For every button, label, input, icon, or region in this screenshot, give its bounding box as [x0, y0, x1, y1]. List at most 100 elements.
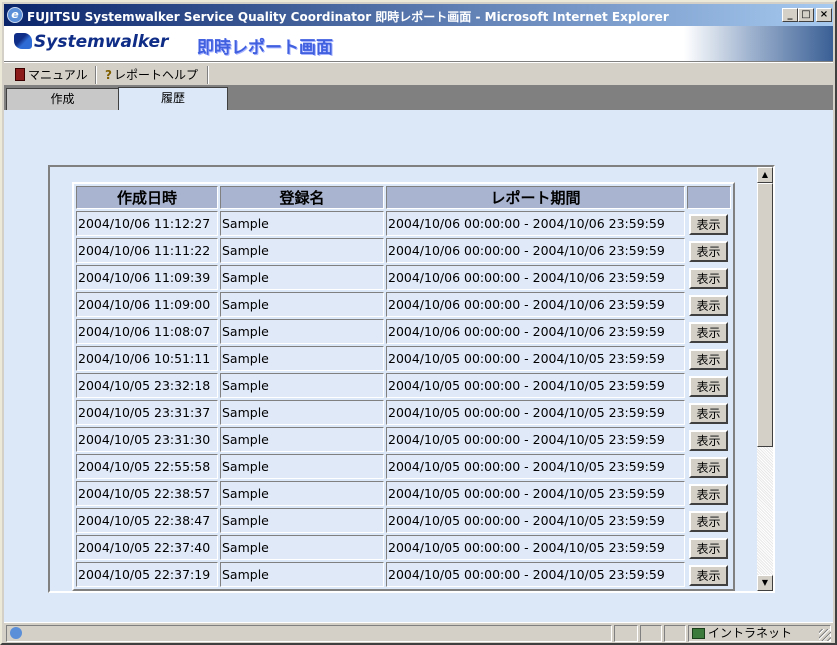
- table-row: 2004/10/06 11:12:27 Sample 2004/10/06 00:0…: [76, 211, 731, 236]
- page-status-icon: [10, 627, 22, 639]
- table-row: 2004/10/05 23:31:30 Sample 2004/10/05 00:0…: [76, 427, 731, 452]
- history-panel: 作成日時 登録名 レポート期間 2004/10/06 11:12:27 Sampl…: [48, 165, 775, 593]
- cell-name: Sample: [220, 562, 384, 587]
- show-report-button[interactable]: 表示: [689, 294, 728, 316]
- status-pane: [664, 625, 686, 642]
- cell-period: 2004/10/06 00:00:00 - 2004/10/06 23:59:5…: [386, 292, 685, 317]
- status-main-pane: [6, 625, 612, 642]
- show-report-button[interactable]: 表示: [689, 348, 728, 370]
- content-area: 作成日時 登録名 レポート期間 2004/10/06 11:12:27 Sampl…: [4, 110, 833, 622]
- table-row: 2004/10/06 11:09:00 Sample 2004/10/06 00:0…: [76, 292, 731, 317]
- cell-created: 2004/10/06 11:12:27: [76, 211, 218, 236]
- cell-name: Sample: [220, 454, 384, 479]
- cell-period: 2004/10/05 00:00:00 - 2004/10/05 23:59:5…: [386, 427, 685, 452]
- show-report-button[interactable]: 表示: [689, 213, 728, 235]
- tab-create[interactable]: 作成: [6, 88, 119, 110]
- cell-name: Sample: [220, 238, 384, 263]
- cell-period: 2004/10/06 00:00:00 - 2004/10/06 23:59:5…: [386, 319, 685, 344]
- table-header-row: 作成日時 登録名 レポート期間: [76, 186, 731, 209]
- vertical-scrollbar[interactable]: ▲ ▼: [757, 167, 773, 591]
- scroll-thumb[interactable]: [757, 183, 773, 447]
- scroll-down-button[interactable]: ▼: [757, 575, 773, 591]
- cell-created: 2004/10/06 11:09:39: [76, 265, 218, 290]
- column-header-created: 作成日時: [76, 186, 218, 209]
- app-banner: Systemwalker 即時レポート画面: [4, 26, 833, 62]
- show-report-button[interactable]: 表示: [689, 483, 728, 505]
- cell-name: Sample: [220, 211, 384, 236]
- show-report-button[interactable]: 表示: [689, 510, 728, 532]
- cell-created: 2004/10/06 11:09:00: [76, 292, 218, 317]
- show-report-button[interactable]: 表示: [689, 375, 728, 397]
- table-row: 2004/10/05 22:37:19 Sample 2004/10/05 00:0…: [76, 562, 731, 587]
- cell-name: Sample: [220, 508, 384, 533]
- cell-created: 2004/10/05 23:32:18: [76, 373, 218, 398]
- show-report-button[interactable]: 表示: [689, 456, 728, 478]
- cell-period: 2004/10/05 00:00:00 - 2004/10/05 23:59:5…: [386, 481, 685, 506]
- zone-label: イントラネット: [708, 626, 793, 640]
- close-button[interactable]: ×: [816, 8, 832, 22]
- status-pane: [614, 625, 638, 642]
- report-help-label: レポートヘルプ: [113, 68, 198, 82]
- table-row: 2004/10/05 22:38:57 Sample 2004/10/05 00:0…: [76, 481, 731, 506]
- cell-action: 表示: [687, 454, 731, 479]
- minimize-button[interactable]: _: [782, 8, 798, 22]
- maximize-button[interactable]: □: [798, 8, 814, 22]
- systemwalker-logo: Systemwalker: [14, 32, 168, 54]
- show-report-button[interactable]: 表示: [689, 537, 728, 559]
- cell-action: 表示: [687, 211, 731, 236]
- cell-action: 表示: [687, 508, 731, 533]
- table-row: 2004/10/06 11:08:07 Sample 2004/10/06 00:0…: [76, 319, 731, 344]
- cell-created: 2004/10/06 10:51:11: [76, 346, 218, 371]
- cell-period: 2004/10/05 00:00:00 - 2004/10/05 23:59:5…: [386, 400, 685, 425]
- cell-period: 2004/10/05 00:00:00 - 2004/10/05 23:59:5…: [386, 562, 685, 587]
- book-icon: [15, 68, 25, 81]
- cell-action: 表示: [687, 292, 731, 317]
- help-icon: ?: [105, 68, 112, 82]
- cell-action: 表示: [687, 373, 731, 398]
- show-report-button[interactable]: 表示: [689, 429, 728, 451]
- cell-period: 2004/10/05 00:00:00 - 2004/10/05 23:59:5…: [386, 454, 685, 479]
- show-report-button[interactable]: 表示: [689, 402, 728, 424]
- report-help-link[interactable]: ? レポートヘルプ: [102, 66, 201, 84]
- internet-explorer-icon[interactable]: e: [7, 7, 23, 23]
- title-bar[interactable]: e FUJITSU Systemwalker Service Quality C…: [4, 4, 833, 26]
- cell-action: 表示: [687, 238, 731, 263]
- column-header-period: レポート期間: [386, 186, 685, 209]
- cell-name: Sample: [220, 346, 384, 371]
- table-row: 2004/10/05 23:32:18 Sample 2004/10/05 00:0…: [76, 373, 731, 398]
- tab-history[interactable]: 履歴: [118, 87, 228, 110]
- status-bar: イントラネット: [4, 622, 833, 643]
- toolbar-separator: [207, 66, 209, 84]
- cell-period: 2004/10/05 00:00:00 - 2004/10/05 23:59:5…: [386, 373, 685, 398]
- cell-action: 表示: [687, 346, 731, 371]
- logo-text: Systemwalker: [34, 32, 169, 52]
- cell-created: 2004/10/05 23:31:37: [76, 400, 218, 425]
- show-report-button[interactable]: 表示: [689, 240, 728, 262]
- scroll-up-button[interactable]: ▲: [757, 167, 773, 183]
- cell-created: 2004/10/05 22:37:19: [76, 562, 218, 587]
- cell-name: Sample: [220, 373, 384, 398]
- manual-link[interactable]: マニュアル: [12, 66, 91, 84]
- status-pane: [640, 625, 662, 642]
- show-report-button[interactable]: 表示: [689, 321, 728, 343]
- cell-created: 2004/10/05 22:38:57: [76, 481, 218, 506]
- cell-created: 2004/10/05 22:38:47: [76, 508, 218, 533]
- cell-period: 2004/10/06 00:00:00 - 2004/10/06 23:59:5…: [386, 211, 685, 236]
- show-report-button[interactable]: 表示: [689, 267, 728, 289]
- logo-mark-icon: [14, 33, 32, 49]
- table-row: 2004/10/05 23:31:37 Sample 2004/10/05 00:0…: [76, 400, 731, 425]
- show-report-button[interactable]: 表示: [689, 564, 728, 586]
- cell-action: 表示: [687, 535, 731, 560]
- cell-name: Sample: [220, 427, 384, 452]
- resize-grip[interactable]: [819, 629, 831, 641]
- browser-window: e FUJITSU Systemwalker Service Quality C…: [0, 0, 837, 645]
- cell-name: Sample: [220, 265, 384, 290]
- toolbar-separator: [95, 66, 97, 84]
- tab-strip: 作成 履歴: [4, 86, 833, 110]
- cell-action: 表示: [687, 562, 731, 587]
- cell-created: 2004/10/06 11:11:22: [76, 238, 218, 263]
- column-header-action: [687, 186, 731, 209]
- page-title: 即時レポート画面: [197, 38, 333, 58]
- cell-period: 2004/10/05 00:00:00 - 2004/10/05 23:59:5…: [386, 535, 685, 560]
- cell-created: 2004/10/05 22:55:58: [76, 454, 218, 479]
